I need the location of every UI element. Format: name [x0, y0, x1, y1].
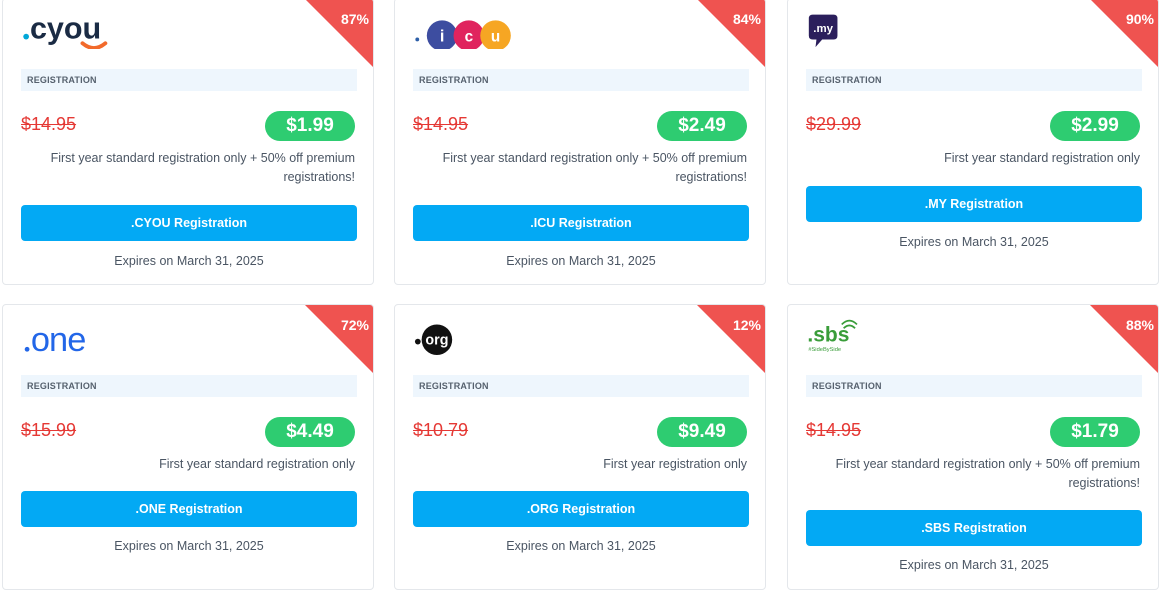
domain-card-icu: 84% i c u REGISTRATION $14.95 $2.49 Firs…: [394, 0, 766, 285]
sbs-logo: .sbs #SideBySide: [807, 319, 858, 353]
sale-price-badge: $2.99: [1050, 111, 1140, 141]
discount-percent: 88%: [1125, 317, 1154, 333]
cyou-registration-button[interactable]: .CYOU Registration: [21, 205, 357, 241]
svg-text:org: org: [425, 333, 448, 349]
offer-description: First year registration only: [603, 457, 747, 471]
sbs-registration-button[interactable]: .SBS Registration: [806, 510, 1142, 546]
svg-text:i: i: [440, 27, 445, 45]
org-registration-button[interactable]: .ORG Registration: [413, 491, 749, 527]
expiry-date: Expires on March 31, 2025: [899, 235, 1049, 249]
svg-text:#SideBySide: #SideBySide: [808, 347, 841, 353]
my-logo: .my: [808, 14, 838, 48]
sale-price-badge: $9.49: [657, 417, 747, 447]
cyou-logo: cyou: [23, 12, 108, 49]
org-logo: org: [414, 324, 453, 355]
discount-percent: 84%: [732, 11, 761, 27]
expiry-date: Expires on March 31, 2025: [506, 539, 656, 553]
expiry-date: Expires on March 31, 2025: [114, 539, 264, 553]
sale-price-badge: $4.49: [265, 417, 355, 447]
sale-price-badge: $1.99: [265, 111, 355, 141]
offer-description: First year standard registration only: [944, 151, 1140, 165]
original-price: $14.95: [413, 114, 469, 134]
svg-text:one: one: [31, 321, 85, 355]
expiry-date: Expires on March 31, 2025: [506, 254, 656, 268]
domain-card-one: 72% one REGISTRATION $15.99 $4.49 First …: [2, 304, 374, 590]
registration-label: REGISTRATION: [21, 69, 357, 91]
original-price: $14.95: [806, 420, 862, 440]
original-price: $15.99: [21, 420, 77, 440]
original-price: $14.95: [21, 114, 77, 134]
discount-percent: 90%: [1125, 11, 1154, 27]
original-price: $29.99: [806, 114, 862, 134]
domain-card-org: 12% org REGISTRATION $10.79 $9.49 First …: [394, 304, 766, 590]
expiry-date: Expires on March 31, 2025: [899, 558, 1049, 572]
registration-label: REGISTRATION: [21, 375, 357, 397]
svg-text:u: u: [491, 28, 500, 45]
offer-description: First year standard registration only + …: [50, 151, 355, 184]
domain-card-sbs: 88% .sbs #SideBySide REGISTRATION $14.95…: [787, 304, 1159, 590]
svg-text:.my: .my: [813, 23, 833, 35]
discount-ribbon: [1090, 305, 1158, 373]
offer-description: First year standard registration only: [159, 457, 355, 471]
sale-price-badge: $1.79: [1050, 417, 1140, 447]
offer-description: First year standard registration only + …: [835, 457, 1140, 490]
registration-label: REGISTRATION: [806, 69, 1142, 91]
my-registration-button[interactable]: .MY Registration: [806, 186, 1142, 222]
icu-logo: i c u: [415, 20, 511, 49]
one-logo: one: [24, 321, 86, 355]
registration-label: REGISTRATION: [413, 375, 749, 397]
discount-ribbon: [697, 305, 765, 373]
svg-text:cyou: cyou: [30, 12, 101, 46]
one-registration-button[interactable]: .ONE Registration: [21, 491, 357, 527]
svg-text:.sbs: .sbs: [807, 324, 849, 347]
discount-percent: 87%: [340, 11, 369, 27]
offer-description: First year standard registration only + …: [442, 151, 747, 184]
registration-label: REGISTRATION: [806, 375, 1142, 397]
discount-percent: 72%: [340, 317, 369, 333]
domain-card-my: 90% .my REGISTRATION $29.99 $2.99 First …: [787, 0, 1159, 285]
expiry-date: Expires on March 31, 2025: [114, 254, 264, 268]
sale-price-badge: $2.49: [657, 111, 747, 141]
svg-text:c: c: [465, 28, 474, 45]
icu-registration-button[interactable]: .ICU Registration: [413, 205, 749, 241]
domain-card-cyou: 87% cyou REGISTRATION $14.95 $1.99 First…: [2, 0, 374, 285]
discount-percent: 12%: [732, 317, 761, 333]
original-price: $10.79: [413, 420, 469, 440]
registration-label: REGISTRATION: [413, 69, 749, 91]
discount-ribbon: [305, 305, 373, 373]
